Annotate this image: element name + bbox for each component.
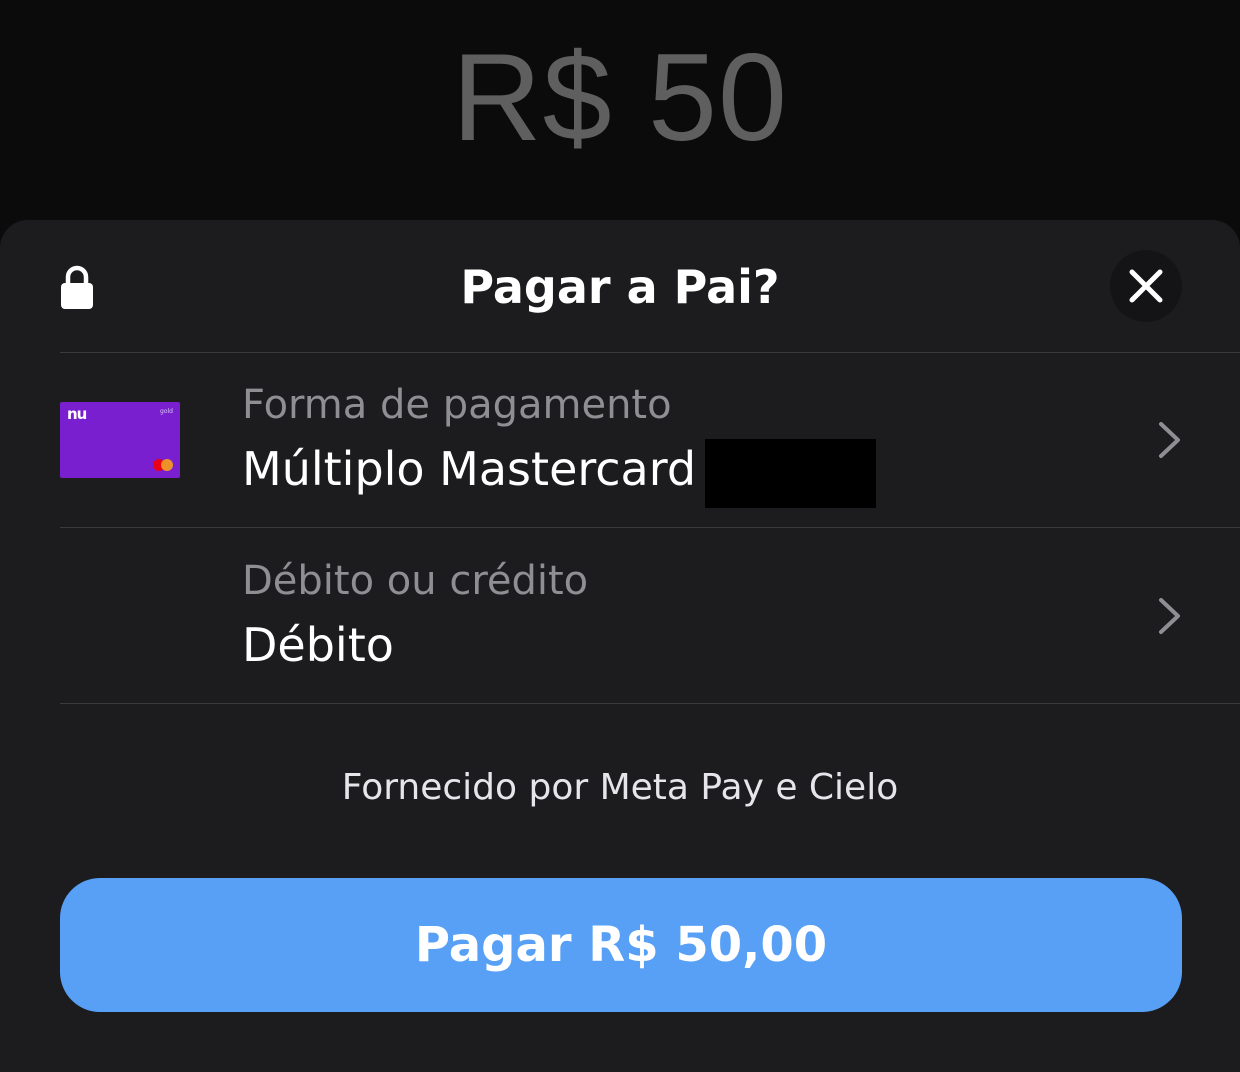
debit-credit-value: Débito [242,618,394,672]
chevron-right-icon [1159,598,1180,634]
pay-button[interactable]: Pagar R$ 50,00 [60,878,1182,1012]
divider [60,703,1240,704]
debit-credit-row[interactable]: Débito ou crédito Débito [0,529,1240,703]
mastercard-circle-yellow [161,459,173,471]
chevron-right-icon [1159,422,1180,458]
close-icon [1129,269,1163,303]
payment-method-label: Forma de pagamento [242,382,672,428]
debit-credit-label: Débito ou crédito [242,558,589,604]
payment-method-row[interactable]: nu gold Forma de pagamento Múltiplo Mast… [0,353,1240,527]
payment-sheet: Pagar a Pai? nu gold Forma de pagamento … [0,220,1240,1072]
divider [60,527,1240,528]
redacted-card-number [705,439,876,508]
sheet-title: Pagar a Pai? [460,260,780,314]
card-thumbnail: nu gold [60,402,180,478]
card-brand-logo: nu [67,405,87,423]
background-amount: R$ 50 [452,29,788,167]
payment-method-value: Múltiplo Mastercard [242,442,697,496]
provider-note: Fornecido por Meta Pay e Cielo [341,767,899,808]
card-tier-label: gold [160,408,173,415]
close-button[interactable] [1110,250,1182,322]
